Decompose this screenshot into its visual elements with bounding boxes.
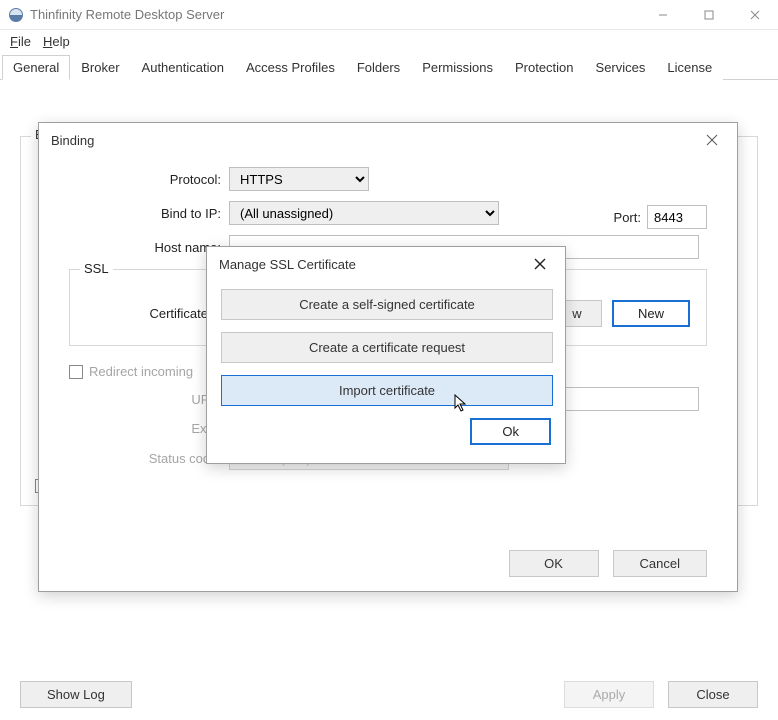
bind-ip-label: Bind to IP: bbox=[69, 206, 229, 221]
ssl-dialog-close-icon[interactable] bbox=[527, 251, 553, 277]
tab-protection[interactable]: Protection bbox=[504, 55, 585, 80]
protocol-label: Protocol: bbox=[69, 172, 229, 187]
port-label: Port: bbox=[614, 210, 641, 225]
ssl-legend: SSL bbox=[80, 261, 113, 276]
manage-ssl-dialog: Manage SSL Certificate Create a self-sig… bbox=[206, 246, 566, 464]
ssl-ok-button[interactable]: Ok bbox=[470, 418, 551, 445]
new-cert-button[interactable]: New bbox=[612, 300, 690, 327]
create-self-signed-button[interactable]: Create a self-signed certificate bbox=[221, 289, 553, 320]
apply-button: Apply bbox=[564, 681, 654, 708]
minimize-button[interactable] bbox=[640, 0, 686, 30]
maximize-button[interactable] bbox=[686, 0, 732, 30]
url-label: URL: bbox=[69, 392, 229, 407]
tab-permissions[interactable]: Permissions bbox=[411, 55, 504, 80]
example-label: Exan bbox=[69, 421, 229, 436]
binding-cancel-button[interactable]: Cancel bbox=[613, 550, 707, 577]
certificate-label: Certificate bbox=[86, 306, 216, 321]
create-csr-button[interactable]: Create a certificate request bbox=[221, 332, 553, 363]
app-icon bbox=[8, 7, 24, 23]
hostname-label: Host name: bbox=[69, 240, 229, 255]
tab-authentication[interactable]: Authentication bbox=[131, 55, 235, 80]
bind-ip-select[interactable]: (All unassigned) bbox=[229, 201, 499, 225]
binding-dialog-title: Binding bbox=[51, 133, 94, 148]
redirect-label: Redirect incoming bbox=[89, 364, 193, 379]
redirect-checkbox[interactable] bbox=[69, 365, 83, 379]
status-code-label: Status code: bbox=[69, 451, 229, 466]
tab-access-profiles[interactable]: Access Profiles bbox=[235, 55, 346, 80]
show-log-button[interactable]: Show Log bbox=[20, 681, 132, 708]
window-title: Thinfinity Remote Desktop Server bbox=[30, 7, 640, 22]
menu-help[interactable]: Help bbox=[39, 32, 74, 51]
menu-file[interactable]: File bbox=[6, 32, 35, 51]
tab-folders[interactable]: Folders bbox=[346, 55, 411, 80]
close-window-button[interactable] bbox=[732, 0, 778, 30]
binding-ok-button[interactable]: OK bbox=[509, 550, 599, 577]
port-input[interactable] bbox=[647, 205, 707, 229]
ssl-dialog-title: Manage SSL Certificate bbox=[219, 257, 356, 272]
binding-dialog-close-icon[interactable] bbox=[699, 127, 725, 153]
protocol-select[interactable]: HTTPS bbox=[229, 167, 369, 191]
tab-general[interactable]: General bbox=[2, 55, 70, 80]
tab-broker[interactable]: Broker bbox=[70, 55, 130, 80]
tab-license[interactable]: License bbox=[656, 55, 723, 80]
tab-strip: General Broker Authentication Access Pro… bbox=[0, 54, 778, 80]
close-button[interactable]: Close bbox=[668, 681, 758, 708]
window-titlebar: Thinfinity Remote Desktop Server bbox=[0, 0, 778, 30]
menu-bar: File Help bbox=[0, 30, 778, 52]
import-certificate-button[interactable]: Import certificate bbox=[221, 375, 553, 406]
tab-services[interactable]: Services bbox=[585, 55, 657, 80]
